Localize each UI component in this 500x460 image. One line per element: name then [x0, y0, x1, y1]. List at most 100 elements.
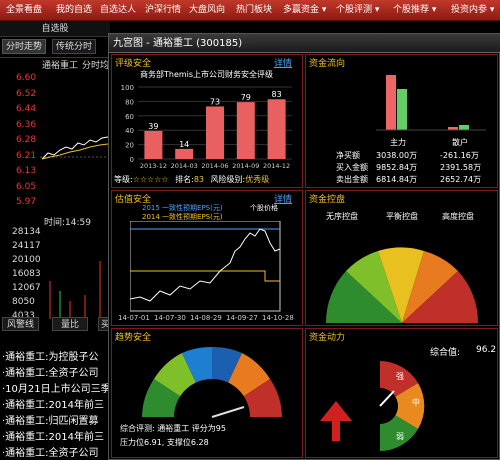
valuation-x-tick: 14-08-29: [190, 314, 222, 322]
menu-insider[interactable]: 投资内参 ▾: [451, 0, 494, 21]
valuation-x-tick: 14-07-30: [154, 314, 186, 322]
rating-bar-chart: 0 20 40 60 80 100 39 2013-12 14 2014-03 73 2014-06 7…: [121, 84, 292, 170]
y-tick-label: 0: [130, 156, 134, 164]
panel-title: 资金控盘: [309, 195, 346, 205]
menu-my-watchlist[interactable]: 我的自选: [56, 0, 92, 21]
menu-stock-picks[interactable]: 个股推荐 ▾: [393, 0, 436, 21]
risk-value: 优秀级: [245, 175, 270, 184]
label-disorder: 无序控盘: [326, 212, 358, 221]
volume-tick: 16083: [12, 269, 41, 279]
rating-bar-label: 39: [148, 122, 158, 131]
tab-minute-chart[interactable]: 分时走势: [2, 39, 47, 54]
flow-cell-retail: 2391.58万: [440, 163, 482, 172]
y-tick-label: 20: [125, 142, 134, 150]
rating-bar-label: 79: [241, 93, 251, 102]
col-retail: 散户: [452, 138, 468, 147]
left-stock-pane: 自选股 分时走势 传统分时 通裕重工 分时 均 6.60 6.52 6.44 6.36…: [0, 21, 114, 460]
rating-bar-label: 73: [210, 97, 220, 106]
price-tick: 6.05: [16, 181, 37, 192]
menu-panorama[interactable]: 全景看盘: [6, 0, 42, 21]
flow-cell-retail: -261.16万: [440, 151, 479, 160]
price-tick: 6.28: [16, 135, 37, 145]
label-high: 高度控盘: [442, 212, 474, 221]
label-balanced: 平衡控盘: [386, 212, 418, 221]
flow-cell-retail: 2652.74万: [440, 175, 482, 184]
rating-category-label: 2013-12: [140, 162, 167, 170]
tab-traditional-chart[interactable]: 传统分时: [52, 39, 97, 54]
menu-market-quotes[interactable]: 沪深行情: [145, 0, 181, 21]
news-item[interactable]: ·通裕重工:为控股子公: [2, 348, 99, 363]
news-item[interactable]: ·通裕重工:全资子公司: [2, 364, 99, 379]
tab-risk-line[interactable]: 风警线: [2, 317, 40, 331]
flow-cell-main: 3038.00万: [376, 151, 418, 160]
rating-category-label: 2014-06: [201, 162, 228, 170]
up-arrow-icon: [320, 401, 352, 441]
valuation-x-tick: 14-09-27: [226, 314, 258, 322]
rank-label: 排名:: [175, 175, 194, 184]
seg-strong: 强: [396, 372, 404, 381]
rating-chart-title: 商务部Themis上市公司财务安全评级: [140, 70, 274, 79]
menu-market-trend[interactable]: 大盘风向: [189, 0, 225, 21]
score-label: 综合值:: [430, 348, 461, 358]
rating-bar: [144, 130, 163, 159]
flow-cell-label: 净买额: [336, 151, 360, 160]
volume-tick: 24117: [12, 241, 41, 251]
rating-bar-label: 14: [179, 140, 189, 149]
trend-gauge: [142, 346, 282, 421]
trend-pressure: 压力位6.91, 支撑位6.28: [120, 438, 209, 447]
volume-tick: 8050: [12, 297, 35, 307]
score-value: 96.2: [476, 345, 497, 355]
panel-valuation-safety: 估值安全 详情 2015 一致性预期EPS(元) 2014 一致性预期EPS(元…: [111, 190, 303, 326]
flow-cell-label: 成交占比: [336, 186, 368, 187]
risk-label: 风险级别:: [210, 175, 246, 184]
menu-hot-sectors[interactable]: 热门板块: [236, 0, 272, 21]
flow-cell-label: 卖出金额: [336, 175, 368, 184]
menu-expert-picks[interactable]: 自选达人: [100, 0, 136, 21]
trend-rating: 综合评测: 通裕重工 评分为95: [120, 424, 226, 433]
col-main: 主力: [390, 138, 406, 147]
grade-label: 等级:: [114, 175, 133, 184]
details-link[interactable]: 详情: [274, 56, 292, 69]
rating-category-label: 2014-12: [263, 162, 290, 170]
chart-type-label: 分时: [82, 61, 101, 71]
rating-bar: [267, 99, 286, 159]
price-tick: 6.44: [16, 104, 37, 114]
top-menu-bar: 全景看盘 我的自选 自选达人 沪深行情 大盘风向 热门板块 多赢资金 ▾ 个股评…: [0, 0, 500, 21]
rating-bar: [175, 148, 194, 159]
window-title: 九宫图 - 通裕重工 (300185): [109, 34, 500, 53]
panel-capital-flow: 资金流向 主力 散户 净买额 3038.00万 -261.16万 买入金额 9852.8…: [305, 54, 498, 188]
rating-bar-label: 83: [272, 90, 282, 99]
y-tick-label: 60: [125, 113, 134, 121]
minute-price-chart: [40, 136, 110, 160]
valuation-x-tick: 14-07-01: [118, 314, 150, 322]
capital-flow-bars: [376, 75, 486, 131]
rating-category-label: 2014-09: [232, 162, 259, 170]
flow-cell-retail: 23.23%: [440, 186, 471, 187]
flow-cell-main: 76.77%: [376, 186, 407, 187]
flow-cell-label: 买入金额: [336, 163, 368, 172]
y-tick-label: 80: [125, 98, 134, 106]
rating-footer: 等级:☆☆☆☆☆ 排名:83 风险级别:优秀级: [114, 174, 269, 185]
watchlist-header[interactable]: 自选股: [0, 21, 110, 37]
panel-title: 评级安全: [115, 59, 152, 69]
news-item[interactable]: ·10月21日上市公司三季: [2, 380, 111, 395]
news-item[interactable]: ·通裕重工:2014年前三: [2, 428, 104, 443]
panel-title: 资金动力: [309, 333, 346, 343]
panel-capital-control: 资金控盘 无序控盘 平衡控盘 高度控盘: [305, 190, 498, 326]
volume-tick: 28134: [12, 227, 41, 237]
rating-category-label: 2014-03: [171, 162, 198, 170]
flow-cell-main: 6814.84万: [376, 175, 418, 184]
valuation-line-chart: [130, 221, 281, 312]
news-item[interactable]: ·通裕重工:2014年前三: [2, 396, 104, 411]
rank-value: 83: [193, 175, 204, 184]
seg-weak: 弱: [396, 432, 404, 441]
stars-icon: ☆☆☆☆☆: [132, 175, 169, 184]
price-tick: 6.60: [16, 73, 37, 83]
menu-stock-review[interactable]: 个股评测 ▾: [336, 0, 379, 21]
rating-bar: [236, 102, 255, 159]
tab-volume-ratio[interactable]: 量比: [52, 317, 89, 331]
news-item[interactable]: ·通裕重工:全资子公司: [2, 444, 99, 459]
news-item[interactable]: ·通裕重工:归匹闲置募: [2, 412, 99, 427]
menu-capital[interactable]: 多赢资金 ▾: [283, 0, 326, 21]
panel-capital-power: 资金动力 综合值: 96.2 强 中 弱: [305, 328, 498, 458]
